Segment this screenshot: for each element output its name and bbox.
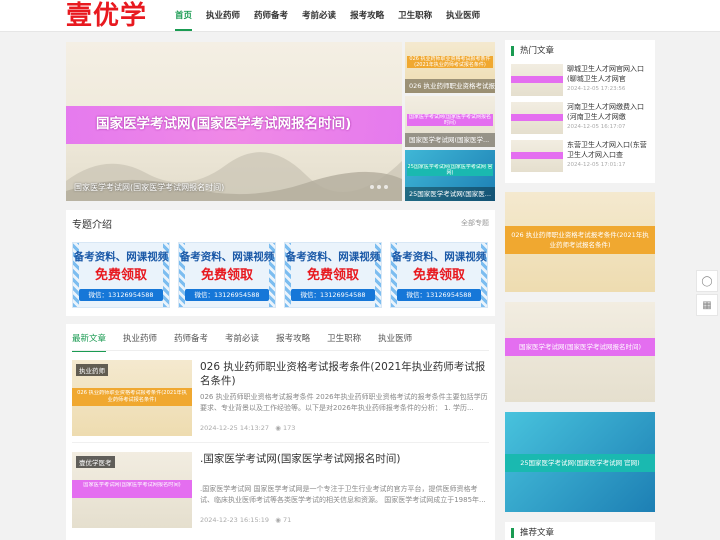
promo-wechat: 微信：13126954588 [397, 289, 481, 301]
article-item[interactable]: 国家医学考试网(国家医学考试网报名时间) 壹优学医考 .国家医学考试网(国家医学… [72, 452, 489, 536]
main-nav: 首页 执业药师 药师备考 考前必读 报考攻略 卫生职称 执业医师 [168, 0, 487, 32]
nav-physician[interactable]: 执业医师 [439, 0, 487, 32]
thumb-caption: 026 执业药师职业资格考试报考... [405, 79, 495, 93]
topics-more-link[interactable]: 全部专题 [461, 218, 489, 228]
hero-caption[interactable]: 国家医学考试网(国家医学考试网报名时间) [74, 182, 224, 193]
nav-must-read[interactable]: 考前必读 [295, 0, 343, 32]
article-item[interactable]: 026 执业药师职业资格考试报考条件(2021年执业药师考试报名条件) 执业药师… [72, 360, 489, 444]
eye-icon: ◉ [275, 516, 281, 524]
article-meta: 2024-12-25 14:13:27 ◉ 173 [200, 424, 295, 432]
promo-wechat: 微信：13126954588 [185, 289, 269, 301]
chat-icon[interactable]: ◯ [696, 270, 718, 292]
category-tabs: 最新文章 执业药师 药师备考 考前必读 报考攻略 卫生职称 执业医师 [72, 332, 429, 352]
hot-thumbnail[interactable] [511, 64, 563, 96]
thumb-2[interactable]: 国家医学考试网(国家医学考试网报名时间) 国家医学考试网(国家医学... [405, 96, 495, 147]
topic-card[interactable]: 备考资料、网课视频 免费领取 微信：13126954588 [284, 242, 382, 308]
hot-item-date: 2024-12-05 17:23:56 [567, 86, 626, 92]
article-list-panel: 最新文章 执业药师 药师备考 考前必读 报考攻略 卫生职称 执业医师 026 执… [66, 324, 495, 540]
tab-apply-guide[interactable]: 报考攻略 [276, 332, 310, 352]
hot-thumbnail[interactable] [511, 102, 563, 134]
hot-item-date: 2024-12-05 17:01:17 [567, 162, 626, 168]
tab-physician[interactable]: 执业医师 [378, 332, 412, 352]
floating-toolbar: ◯ ▦ [696, 270, 718, 318]
thumb-1[interactable]: 026 执业药师职业资格考试报考条件(2021年执业药师考试报名条件) 026 … [405, 42, 495, 93]
tabs-divider [72, 350, 489, 351]
side-banner-1[interactable]: 026 执业药师职业资格考试报考条件(2021年执业药师考试报名条件) [505, 192, 655, 292]
tab-exam-prep[interactable]: 药师备考 [174, 332, 208, 352]
divider [72, 442, 489, 443]
promo-line-1: 备考资料、网课视频 [73, 251, 169, 263]
promo-wechat: 微信：13126954588 [291, 289, 375, 301]
side-banner-text: 25国家医学考试网(国家医学考试网 官网) [520, 459, 640, 467]
hot-item[interactable]: 东营卫生人才网入口(东营卫生人才网入口查 2024-12-05 17:01:17 [511, 140, 651, 174]
article-summary: 026 执业药师职业资格考试报考条件 2026年执业药师职业资格考试的报考条件主… [200, 393, 488, 412]
nav-health-title[interactable]: 卫生职称 [391, 0, 439, 32]
thumb-banner: 026 执业药师职业资格考试报考条件(2021年执业药师考试报名条件) [407, 56, 493, 68]
article-thumbnail[interactable]: 国家医学考试网(国家医学考试网报名时间) 壹优学医考 [72, 452, 192, 528]
site-header: 壹优学 首页 执业药师 药师备考 考前必读 报考攻略 卫生职称 执业医师 [0, 0, 720, 32]
promo-line-1: 备考资料、网课视频 [285, 251, 381, 263]
eye-icon: ◉ [275, 424, 281, 432]
nav-pharmacist[interactable]: 执业药师 [199, 0, 247, 32]
view-count: 173 [283, 424, 296, 432]
promo-line-1: 备考资料、网课视频 [179, 251, 275, 263]
slider-dots[interactable] [370, 185, 388, 189]
promo-wechat: 微信：13126954588 [79, 289, 163, 301]
tab-latest[interactable]: 最新文章 [72, 332, 107, 352]
article-title[interactable]: 026 执业药师职业资格考试报考条件(2021年执业药师考试报名条件) [200, 360, 489, 388]
article-date: 2024-12-23 16:15:19 [200, 516, 270, 524]
article-meta: 2024-12-23 16:15:19 ◉ 71 [200, 516, 291, 524]
hero-banner-text: 国家医学考试网(国家医学考试网报名时间) [96, 116, 352, 132]
hot-item-title[interactable]: 东营卫生人才网入口(东营卫生人才网入口查 [567, 140, 651, 160]
article-date: 2024-12-25 14:13:27 [200, 424, 270, 432]
recommend-panel: 推荐文章 [505, 522, 655, 540]
thumb-3[interactable]: 25国家医学考试网(国家医学考试网 官网) 25国家医学考试网(国家医... [405, 150, 495, 201]
thumb-banner-text: 026 执业药师职业资格考试报考条件(2021年执业药师考试报名条件) [77, 390, 187, 403]
topics-title: 专题介绍 [72, 220, 112, 231]
hot-item-date: 2024-12-05 16:17:07 [567, 124, 626, 130]
topic-card[interactable]: 备考资料、网课视频 免费领取 微信：13126954588 [72, 242, 170, 308]
slider-thumbnails: 026 执业药师职业资格考试报考条件(2021年执业药师考试报名条件) 026 … [405, 42, 495, 201]
promo-line-2: 免费领取 [94, 268, 147, 283]
qrcode-icon[interactable]: ▦ [696, 294, 718, 316]
promo-line-2: 免费领取 [200, 268, 253, 283]
thumb-caption: 国家医学考试网(国家医学... [405, 133, 495, 147]
thumb-banner-text: 国家医学考试网(国家医学考试网报名时间) [83, 482, 181, 488]
nav-apply-guide[interactable]: 报考攻略 [343, 0, 391, 32]
hot-thumbnail[interactable] [511, 140, 563, 172]
hot-item-title[interactable]: 聊城卫生人才网官网入口(聊城卫生人才网官 [567, 64, 651, 84]
promo-line-2: 免费领取 [412, 268, 465, 283]
article-thumbnail[interactable]: 026 执业药师职业资格考试报考条件(2021年执业药师考试报名条件) 执业药师 [72, 360, 192, 436]
tab-health-title[interactable]: 卫生职称 [327, 332, 361, 352]
hot-articles-panel: 热门文章 聊城卫生人才网官网入口(聊城卫生人才网官 2024-12-05 17:… [505, 40, 655, 183]
nav-exam-prep[interactable]: 药师备考 [247, 0, 295, 32]
hot-item-title[interactable]: 河南卫生人才网缴费入口(河南卫生人才网缴 [567, 102, 651, 122]
category-badge[interactable]: 执业药师 [76, 364, 108, 376]
hot-title: 热门文章 [511, 46, 554, 56]
side-banner-text: 026 执业药师职业资格考试报考条件(2021年执业药师考试报名条件) [511, 231, 649, 249]
side-banner-text: 国家医学考试网(国家医学考试网报名时间) [518, 343, 642, 351]
tab-pharmacist[interactable]: 执业药师 [123, 332, 157, 352]
promo-line-1: 备考资料、网课视频 [391, 251, 487, 263]
thumb-caption: 25国家医学考试网(国家医... [405, 187, 495, 201]
topic-card[interactable]: 备考资料、网课视频 免费领取 微信：13126954588 [390, 242, 488, 308]
topic-card[interactable]: 备考资料、网课视频 免费领取 微信：13126954588 [178, 242, 276, 308]
article-summary: .国家医学考试网 国家医学考试网是一个专注于卫生行业考试的官方平台，提供医师资格… [200, 485, 486, 504]
hero-slider[interactable]: 国家医学考试网(国家医学考试网报名时间) 国家医学考试网(国家医学考试网报名时间… [66, 42, 402, 201]
promo-line-2: 免费领取 [306, 268, 359, 283]
side-banner-2[interactable]: 国家医学考试网(国家医学考试网报名时间) [505, 302, 655, 402]
thumb-banner: 国家医学考试网(国家医学考试网报名时间) [407, 114, 493, 126]
hot-item[interactable]: 聊城卫生人才网官网入口(聊城卫生人才网官 2024-12-05 17:23:56 [511, 64, 651, 98]
recommend-title: 推荐文章 [511, 528, 554, 538]
thumb-banner: 25国家医学考试网(国家医学考试网 官网) [407, 164, 493, 176]
view-count: 71 [283, 516, 292, 524]
category-badge[interactable]: 壹优学医考 [76, 456, 115, 468]
article-title[interactable]: .国家医学考试网(国家医学考试网报名时间) [200, 452, 489, 466]
nav-home[interactable]: 首页 [168, 0, 199, 32]
hot-item[interactable]: 河南卫生人才网缴费入口(河南卫生人才网缴 2024-12-05 16:17:07 [511, 102, 651, 136]
topics-panel: 专题介绍 全部专题 备考资料、网课视频 免费领取 微信：13126954588 … [66, 210, 495, 316]
side-banner-3[interactable]: 25国家医学考试网(国家医学考试网 官网) [505, 412, 655, 512]
site-logo[interactable]: 壹优学 [66, 1, 147, 31]
tab-must-read[interactable]: 考前必读 [225, 332, 259, 352]
